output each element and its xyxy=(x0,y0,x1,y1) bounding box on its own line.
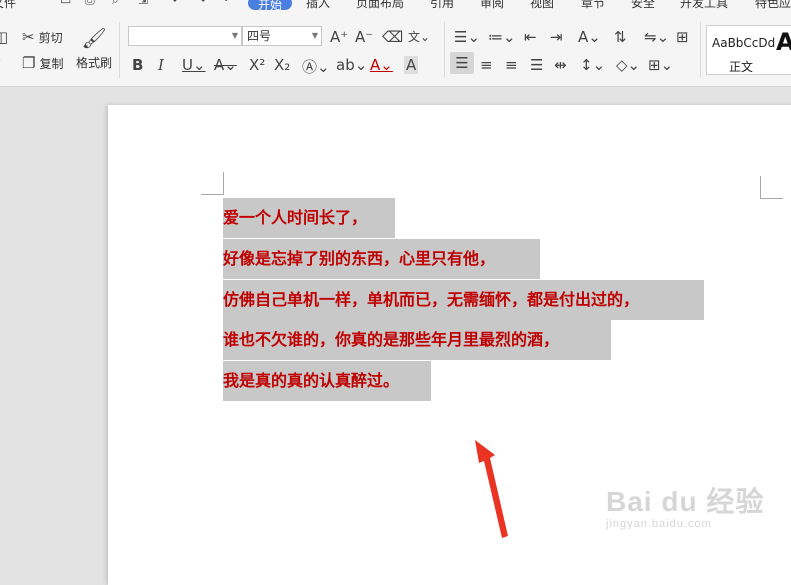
align-left-icon[interactable]: ☰ xyxy=(450,52,474,74)
strikethrough-icon[interactable]: A⌄ xyxy=(214,56,237,74)
chevron-down-icon: ▼ xyxy=(231,31,238,40)
text-line-5[interactable]: 我是真的真的认真醉过。 xyxy=(223,361,431,401)
copy-icon: ❐ xyxy=(22,54,36,72)
text-direction-icon[interactable]: A⌄ xyxy=(578,28,601,46)
bold-icon[interactable]: B xyxy=(132,56,143,74)
underline-icon[interactable]: U⌄ xyxy=(182,56,206,74)
margin-corner-top-left xyxy=(201,172,224,195)
line-spacing-icon[interactable]: ⇋⌄ xyxy=(644,28,669,46)
font-color-icon[interactable]: A⌄ xyxy=(370,56,393,74)
shading-icon[interactable]: ◇⌄ xyxy=(616,56,640,74)
highlight-icon[interactable]: ab⌄ xyxy=(336,56,367,74)
paste-icon[interactable]: ◫ xyxy=(0,28,8,46)
watermark-brand: Bai du 经验 xyxy=(606,486,765,517)
decrease-indent-icon[interactable]: ⇤ xyxy=(524,28,537,46)
shrink-font-icon[interactable]: A⁻ xyxy=(355,28,373,46)
menu-bar: 文件 ▭ ⎙ ⌕ ⇲ ↶ ↷ ⌄ 开始 插入 页面布局 引用 审阅 视图 章节 … xyxy=(0,0,791,14)
italic-icon[interactable]: I xyxy=(158,56,164,74)
paragraph-spacing-icon[interactable]: ↕⌄ xyxy=(580,56,605,74)
align-right-icon[interactable]: ≡ xyxy=(505,56,518,74)
print-icon[interactable]: ⎙ xyxy=(85,0,95,8)
tab-page-layout[interactable]: 页面布局 xyxy=(356,0,404,11)
quick-access-chevron-icon[interactable]: ⌄ xyxy=(222,0,230,4)
redo-icon[interactable]: ↷ xyxy=(196,0,206,7)
divider xyxy=(119,22,120,78)
tab-references[interactable]: 引用 xyxy=(430,0,454,11)
grow-font-icon[interactable]: A⁺ xyxy=(330,28,348,46)
paste-chevron-icon[interactable]: ⌄ xyxy=(0,54,2,65)
sort-icon[interactable]: ⇅ xyxy=(614,28,627,46)
numbered-list-icon[interactable]: ≔⌄ xyxy=(488,28,516,46)
clear-format-icon[interactable]: ⌫ xyxy=(382,28,403,46)
justify-icon[interactable]: ☰ xyxy=(530,56,543,74)
tab-home[interactable]: 开始 xyxy=(248,0,293,12)
font-name-select[interactable]: ▼ xyxy=(128,26,242,46)
divider xyxy=(444,22,445,78)
style-normal: 正文 xyxy=(729,60,754,74)
distributed-icon[interactable]: ⇹ xyxy=(554,56,567,74)
brush-icon: 🖌 xyxy=(81,26,107,50)
style-heading-preview: A xyxy=(776,28,791,56)
superscript-icon[interactable]: X² xyxy=(249,56,265,74)
style-gallery[interactable]: AaBbCcDd 正文 A xyxy=(706,25,791,75)
tab-review[interactable]: 审阅 xyxy=(480,0,504,11)
undo-icon[interactable]: ↶ xyxy=(172,0,182,7)
borders-icon[interactable]: ⊞⌄ xyxy=(648,56,673,74)
margin-corner-top-right xyxy=(760,176,783,199)
export-icon[interactable]: ⇲ xyxy=(138,0,148,7)
format-painter-button[interactable]: 🖌 格式刷 xyxy=(76,26,112,71)
show-marks-icon[interactable]: ⊞ xyxy=(676,28,689,46)
tab-security[interactable]: 安全 xyxy=(631,0,655,11)
cut-button[interactable]: ✂ 剪切 xyxy=(22,28,63,46)
chevron-down-icon: ▼ xyxy=(311,31,318,40)
text-line-2[interactable]: 好像是忘掉了别的东西，心里只有他， xyxy=(223,239,540,279)
increase-indent-icon[interactable]: ⇥ xyxy=(550,28,563,46)
tab-view[interactable]: 视图 xyxy=(530,0,554,11)
tab-insert[interactable]: 插入 xyxy=(306,0,330,11)
font-size-select[interactable]: 四号 ▼ xyxy=(242,26,322,46)
ribbon-toolbar: ◫ ⌄ ✂ 剪切 ❐ 复制 🖌 格式刷 ▼ 四号 ▼ A⁺ A⁻ ⌫ 文⌄ B … xyxy=(0,14,791,87)
subscript-icon[interactable]: X₂ xyxy=(274,56,290,74)
pinyin-icon[interactable]: 文⌄ xyxy=(408,28,430,45)
tab-developer[interactable]: 开发工具 xyxy=(680,0,728,11)
save-icon[interactable]: ▭ xyxy=(60,0,71,7)
divider xyxy=(700,22,701,78)
text-effect-icon[interactable]: Ⓐ⌄ xyxy=(302,56,330,77)
tab-special[interactable]: 特色应用 xyxy=(755,0,791,11)
preview-icon[interactable]: ⌕ xyxy=(112,0,119,8)
text-line-3[interactable]: 仿佛自己单机一样，单机而已，无需缅怀，都是付出过的， xyxy=(223,280,704,320)
scissors-icon: ✂ xyxy=(22,28,35,46)
text-line-4[interactable]: 谁也不欠谁的，你真的是那些年月里最烈的酒， xyxy=(223,320,611,360)
watermark: Bai du 经验 jingyan.baidu.com xyxy=(606,480,764,530)
menu-file[interactable]: 文件 xyxy=(0,0,16,11)
bullet-list-icon[interactable]: ☰⌄ xyxy=(454,28,480,46)
text-line-1[interactable]: 爱一个人时间长了， xyxy=(223,198,395,238)
char-shading-icon[interactable]: A xyxy=(404,56,419,74)
tab-sections[interactable]: 章节 xyxy=(581,0,605,11)
copy-button[interactable]: ❐ 复制 xyxy=(22,54,63,72)
align-center-icon[interactable]: ≡ xyxy=(480,56,493,74)
